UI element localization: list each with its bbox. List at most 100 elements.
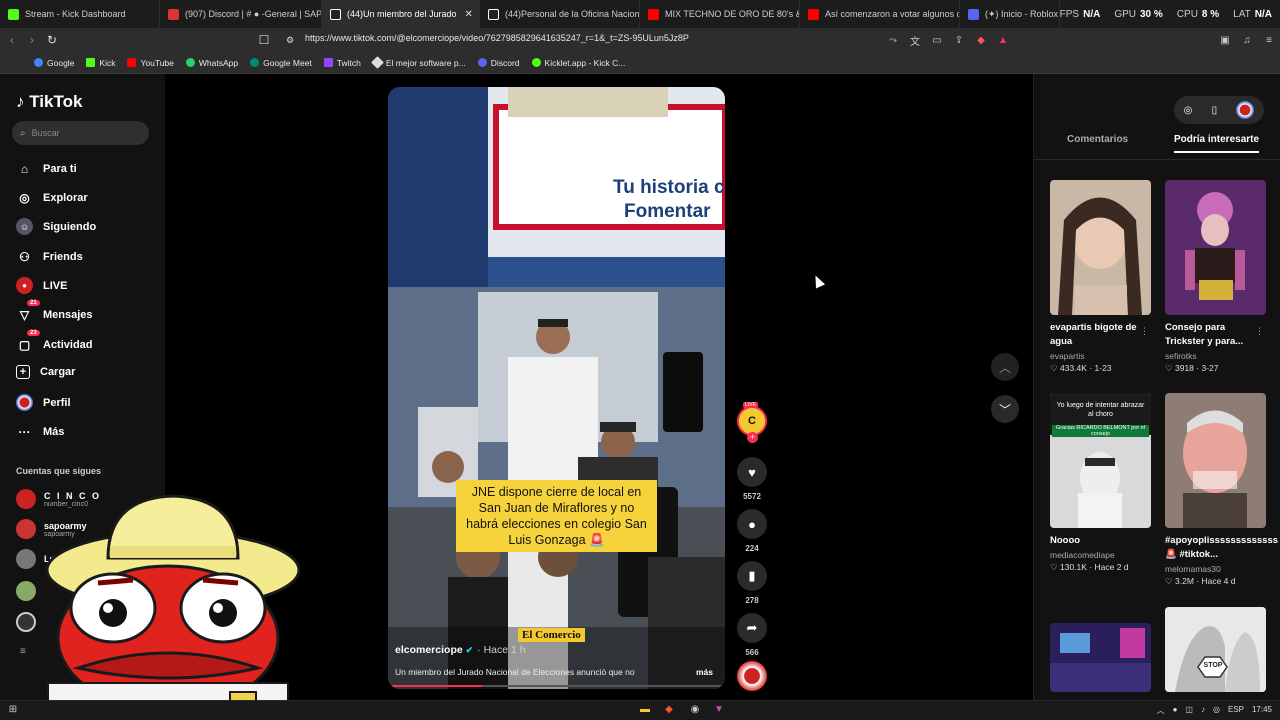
nav-mas[interactable]: ··· Más xyxy=(16,423,65,440)
follow-plus-icon[interactable]: + xyxy=(747,432,758,443)
brave-shield-icon[interactable]: ◆ xyxy=(970,35,992,46)
list-icon[interactable]: ≡ xyxy=(20,646,26,657)
compass-small-icon[interactable]: ◎ xyxy=(1184,105,1193,116)
headset-icon[interactable]: ◎ xyxy=(1213,705,1220,716)
sound-disc[interactable] xyxy=(736,661,768,691)
previous-video-button[interactable]: ︿ xyxy=(991,353,1019,381)
translate-icon[interactable]: ⤳ xyxy=(882,35,904,46)
clock[interactable]: 17:45 xyxy=(1252,705,1272,716)
recommend-card[interactable]: evapartis bigote de agua evapartis ♡ 433… xyxy=(1050,180,1151,374)
tab-youtube-mix[interactable]: MIX TECHNO DE ORO DE 80's & 90's xyxy=(640,0,800,28)
tab-kick-dashboard[interactable]: Stream - Kick Dashboard xyxy=(0,0,160,28)
card-more-icon[interactable]: ⋮ xyxy=(1140,326,1149,337)
verified-icon: ✔ xyxy=(465,645,474,655)
search-input[interactable]: ⌕ Buscar xyxy=(12,121,149,145)
bookmark-icon[interactable]: ☐ xyxy=(254,33,274,47)
nav-explorar[interactable]: ◎ Explorar xyxy=(16,189,87,206)
kicklet-icon xyxy=(531,58,541,67)
video-frame: Tu historia co Fomentar xyxy=(388,87,725,689)
video-progress-bar[interactable] xyxy=(388,685,725,687)
card-author: melomamas30 xyxy=(1165,564,1221,574)
tab-discord[interactable]: (907) Discord | # ● -General | SAPO... xyxy=(160,0,322,28)
bookmark-google-meet[interactable]: Google Meet xyxy=(250,58,312,68)
sidebar-icon[interactable]: ▣ xyxy=(1214,35,1236,46)
network-icon[interactable]: ◫ xyxy=(1185,705,1193,716)
share-button[interactable]: ➦ 566 xyxy=(736,613,768,657)
brave-browser-icon[interactable]: ◆ xyxy=(662,704,676,718)
nav-mensajes[interactable]: ▽ 21 Mensajes xyxy=(16,300,93,323)
url-field[interactable]: https://www.tiktok.com/@elcomerciope/vid… xyxy=(305,33,689,43)
heart-outline-icon: ♡ xyxy=(1165,576,1173,586)
tab-tiktok-active[interactable]: (44)Un miembro del Jurado ✕ xyxy=(322,0,480,28)
brave-rewards-icon[interactable]: ▲ xyxy=(992,35,1014,46)
nav-friends[interactable]: ⚇ Friends xyxy=(16,248,83,265)
back-icon[interactable]: ‹ xyxy=(2,33,22,47)
cast-icon[interactable]: ▭ xyxy=(926,35,948,46)
tab-podria-interesarte[interactable]: Podría interesarte xyxy=(1174,134,1260,153)
recommend-card[interactable]: Consejo para Trickster y para... sefirot… xyxy=(1165,180,1266,374)
volume-icon[interactable]: ♪ xyxy=(1201,705,1205,716)
nav-para-ti[interactable]: ⌂ Para ti xyxy=(16,160,77,177)
microphone-icon[interactable]: ● xyxy=(1173,705,1178,716)
recommend-card[interactable]: #apoyoplisssssssssssss 🚨 #tiktok... melo… xyxy=(1165,393,1278,587)
file-explorer-icon[interactable]: ▬ xyxy=(638,704,652,718)
twitch-icon xyxy=(323,58,333,67)
app-icon[interactable]: ▼ xyxy=(712,704,726,718)
nav-live[interactable]: ● LIVE xyxy=(16,277,67,294)
search-placeholder: Buscar xyxy=(31,128,60,138)
device-icon[interactable]: ▯ xyxy=(1212,105,1218,116)
share-icon[interactable]: ⇪ xyxy=(948,35,970,46)
whatsapp-icon xyxy=(185,58,195,67)
nav-cargar[interactable]: + Cargar xyxy=(16,365,75,379)
nav-actividad[interactable]: ▢ 23 Actividad xyxy=(16,330,93,353)
media-icon[interactable]: ♫ xyxy=(1236,35,1258,46)
tray-chevron-icon[interactable]: ︿ xyxy=(1157,705,1165,716)
like-button[interactable]: ♥ 5572 xyxy=(736,457,768,501)
user-avatar[interactable] xyxy=(1236,101,1255,119)
tab-comentarios[interactable]: Comentarios xyxy=(1067,134,1128,145)
avatar xyxy=(16,489,36,509)
bookmark-software[interactable]: El mejor software p... xyxy=(371,56,466,69)
card-more-icon[interactable]: ⋮ xyxy=(1255,326,1264,337)
creator-avatar[interactable]: C LIVE + xyxy=(736,402,768,443)
next-video-button[interactable]: ﹀ xyxy=(991,395,1019,423)
language-icon[interactable]: 文 xyxy=(904,33,926,48)
bookmark-google[interactable]: Google xyxy=(34,58,74,68)
bookmark-whatsapp[interactable]: WhatsApp xyxy=(185,58,238,68)
video-caption-overlay: JNE dispone cierre de local en San Juan … xyxy=(456,480,657,552)
card-title: Noooo xyxy=(1050,535,1081,546)
reload-icon[interactable]: ↻ xyxy=(42,33,62,47)
windows-icon[interactable]: ⊞ xyxy=(6,704,20,718)
comment-button[interactable]: ● 224 xyxy=(736,509,768,553)
forward-icon[interactable]: › xyxy=(22,33,42,47)
tab-tiktok-2[interactable]: (44)Personal de la Oficina Nacional xyxy=(480,0,640,28)
following-item[interactable] xyxy=(16,612,36,632)
bookmark-youtube[interactable]: YouTube xyxy=(127,58,174,68)
save-button[interactable]: ▮ 278 xyxy=(736,561,768,605)
tab-roblox[interactable]: (✦) Inicio - Roblox xyxy=(960,0,1060,28)
heart-outline-icon: ♡ xyxy=(1165,363,1173,373)
tab-youtube-vote[interactable]: Así comenzaron a votar algunos ca... xyxy=(800,0,960,28)
more-button[interactable]: más xyxy=(696,667,713,677)
bookmark-kicklet[interactable]: Kicklet.app - Kick C... xyxy=(531,58,625,68)
bookmark-kick[interactable]: Kick xyxy=(86,58,115,68)
card-stats: ♡ 433.4K · 1-23 xyxy=(1050,363,1112,373)
close-tab-icon[interactable]: ✕ xyxy=(465,9,473,20)
obs-icon[interactable]: ◉ xyxy=(688,704,702,718)
recommend-card[interactable]: STOP xyxy=(1165,607,1266,692)
site-info-icon[interactable]: ⚙ xyxy=(280,35,300,46)
recommend-card[interactable] xyxy=(1050,623,1151,692)
following-item[interactable] xyxy=(16,581,36,601)
heart-outline-icon: ♡ xyxy=(1050,562,1058,572)
video-author[interactable]: elcomerciope ✔ · Hace 1 h xyxy=(395,644,526,656)
tiktok-logo[interactable]: ♪ TikTok xyxy=(16,92,82,112)
video-player[interactable]: Tu historia co Fomentar JNE dispone cier… xyxy=(388,87,725,689)
language-indicator[interactable]: ESP xyxy=(1228,705,1244,716)
kick-tab-icon xyxy=(8,8,19,20)
bookmark-twitch[interactable]: Twitch xyxy=(323,58,361,68)
bookmark-discord[interactable]: Discord xyxy=(477,58,520,68)
nav-perfil[interactable]: Perfil xyxy=(16,394,71,411)
menu-icon[interactable]: ≡ xyxy=(1258,35,1280,46)
nav-siguiendo[interactable]: ☺ Siguiendo xyxy=(16,218,96,235)
recommend-card[interactable]: Yo luego de intentar abrazar al choro Gr… xyxy=(1050,393,1151,573)
